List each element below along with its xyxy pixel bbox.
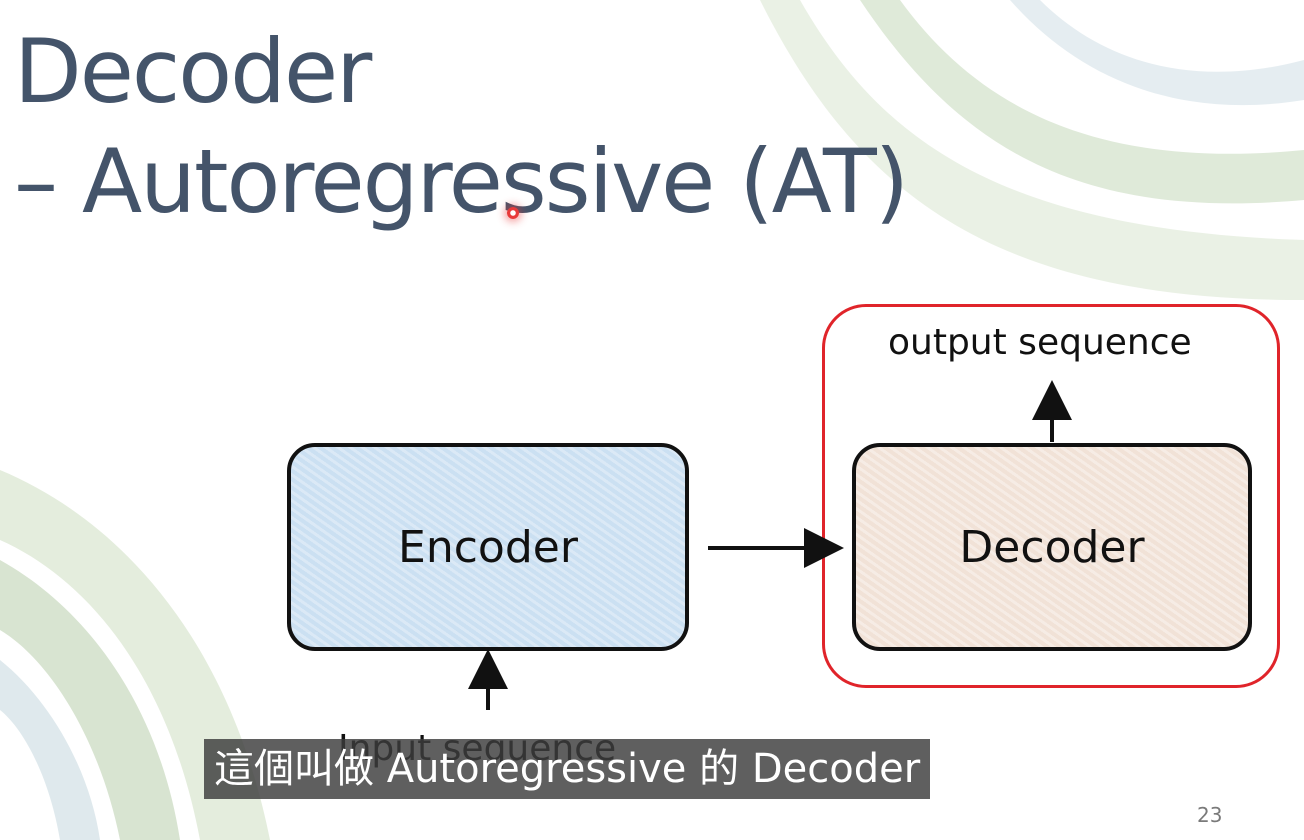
- diagram-arrows: [468, 380, 1072, 710]
- page-number: 23: [1197, 803, 1223, 827]
- output-sequence-label: output sequence: [888, 322, 1192, 363]
- video-subtitle: 這個叫做 Autoregressive 的 Decoder: [204, 739, 931, 799]
